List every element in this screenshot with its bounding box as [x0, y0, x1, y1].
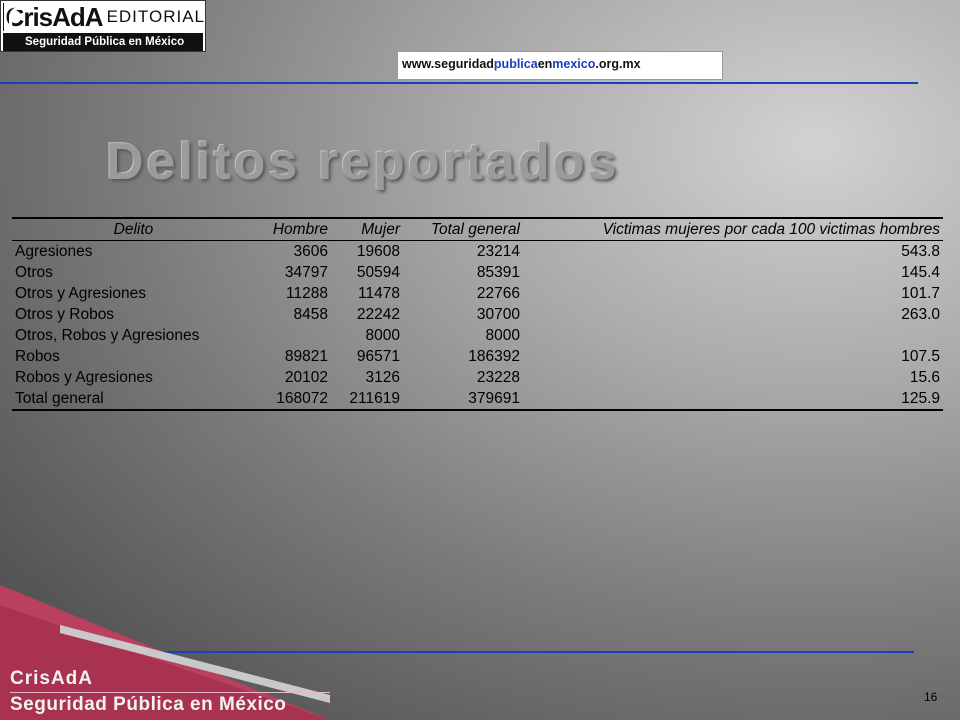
- footer-brand: CrisAdA: [10, 668, 94, 689]
- website-url: www.seguridadpublicaenmexico.org.mx: [397, 51, 723, 80]
- cell-mujer: 211619: [331, 388, 403, 411]
- cell-hombre: 89821: [284, 348, 328, 365]
- footer-subtitle: Seguridad Pública en México: [10, 694, 287, 715]
- cell-ratio: 107.5: [901, 348, 940, 365]
- cell-ratio: 15.6: [909, 369, 940, 386]
- table-row: Otros y Agresiones 11288 11478 22766 101…: [12, 283, 943, 304]
- crimes-table: Delito Hombre Mujer Total general Victim…: [12, 217, 943, 411]
- cell-total: 85391: [476, 264, 520, 281]
- cell-delito: Otros y Robos: [15, 306, 115, 323]
- cell-mujer: 3126: [365, 369, 400, 386]
- cell-hombre: 168072: [255, 388, 331, 411]
- footer-separator: [10, 692, 330, 693]
- table-row: Otros 34797 50594 85391 145.4: [12, 262, 943, 283]
- table-row: Otros, Robos y Agresiones 8000 8000: [12, 325, 943, 346]
- table-header-row: Delito Hombre Mujer Total general Victim…: [12, 217, 943, 241]
- header-total: Total general: [403, 217, 523, 241]
- cell-total: 23228: [476, 369, 520, 386]
- table-total-row: Total general 168072 211619 379691 125.9: [12, 388, 943, 411]
- cell-total: 30700: [476, 306, 520, 323]
- cell-total: 186392: [468, 348, 520, 365]
- cell-ratio: 101.7: [901, 285, 940, 302]
- cell-ratio: 145.4: [901, 264, 940, 281]
- header-delito: Delito: [12, 217, 255, 241]
- cell-mujer: 50594: [356, 264, 400, 281]
- cell-hombre: [255, 325, 331, 346]
- url-part-5: .org.mx: [595, 57, 641, 71]
- cell-hombre: 8458: [293, 306, 328, 323]
- page-number: 16: [924, 690, 938, 704]
- cell-hombre: 34797: [284, 264, 328, 281]
- cell-delito: Total general: [12, 388, 255, 411]
- cell-hombre: 11288: [286, 285, 328, 302]
- cell-delito: Agresiones: [15, 243, 93, 260]
- cell-mujer: 96571: [356, 348, 400, 365]
- crisada-logo: CrisAdA EDITORIAL Seguridad Pública en M…: [0, 0, 206, 52]
- cell-total: 23214: [476, 243, 520, 260]
- cell-ratio: 125.9: [523, 388, 943, 411]
- cell-mujer: 8000: [365, 327, 400, 344]
- cell-total: 22766: [476, 285, 520, 302]
- header-divider: [0, 82, 918, 84]
- cell-ratio: 543.8: [901, 243, 940, 260]
- cell-delito: Otros, Robos y Agresiones: [15, 327, 200, 344]
- url-part-1: www.seguridad: [402, 57, 494, 71]
- logo-editorial: EDITORIAL: [106, 7, 205, 26]
- crisada-logo-icon: [3, 3, 14, 33]
- cell-delito: Otros y Agresiones: [15, 285, 146, 302]
- table-row: Agresiones 3606 19608 23214 543.8: [12, 241, 943, 263]
- slide-title: Delitos reportados: [106, 133, 620, 191]
- table-row: Robos y Agresiones 20102 3126 23228 15.6: [12, 367, 943, 388]
- url-part-3: en: [537, 57, 553, 71]
- cell-mujer: 11478: [358, 285, 400, 302]
- header-ratio: Victimas mujeres por cada 100 victimas h…: [523, 217, 943, 241]
- url-part-2: publica: [493, 57, 538, 71]
- logo-subtitle: Seguridad Pública en México: [3, 33, 203, 51]
- cell-mujer: 19608: [356, 243, 400, 260]
- table-row: Otros y Robos 8458 22242 30700 263.0: [12, 304, 943, 325]
- url-part-4: mexico: [552, 57, 596, 71]
- cell-total: 379691: [403, 388, 523, 411]
- cell-total: 8000: [485, 327, 520, 344]
- cell-mujer: 22242: [356, 306, 400, 323]
- cell-delito: Otros: [15, 264, 53, 281]
- table-row: Robos 89821 96571 186392 107.5: [12, 346, 943, 367]
- cell-hombre: 3606: [293, 243, 328, 260]
- cell-ratio: 263.0: [901, 306, 940, 323]
- header-mujer: Mujer: [331, 217, 403, 241]
- header-hombre: Hombre: [255, 217, 331, 241]
- cell-delito: Robos: [15, 348, 60, 365]
- cell-hombre: 20102: [284, 369, 328, 386]
- cell-ratio: [523, 325, 943, 346]
- cell-delito: Robos y Agresiones: [15, 369, 153, 386]
